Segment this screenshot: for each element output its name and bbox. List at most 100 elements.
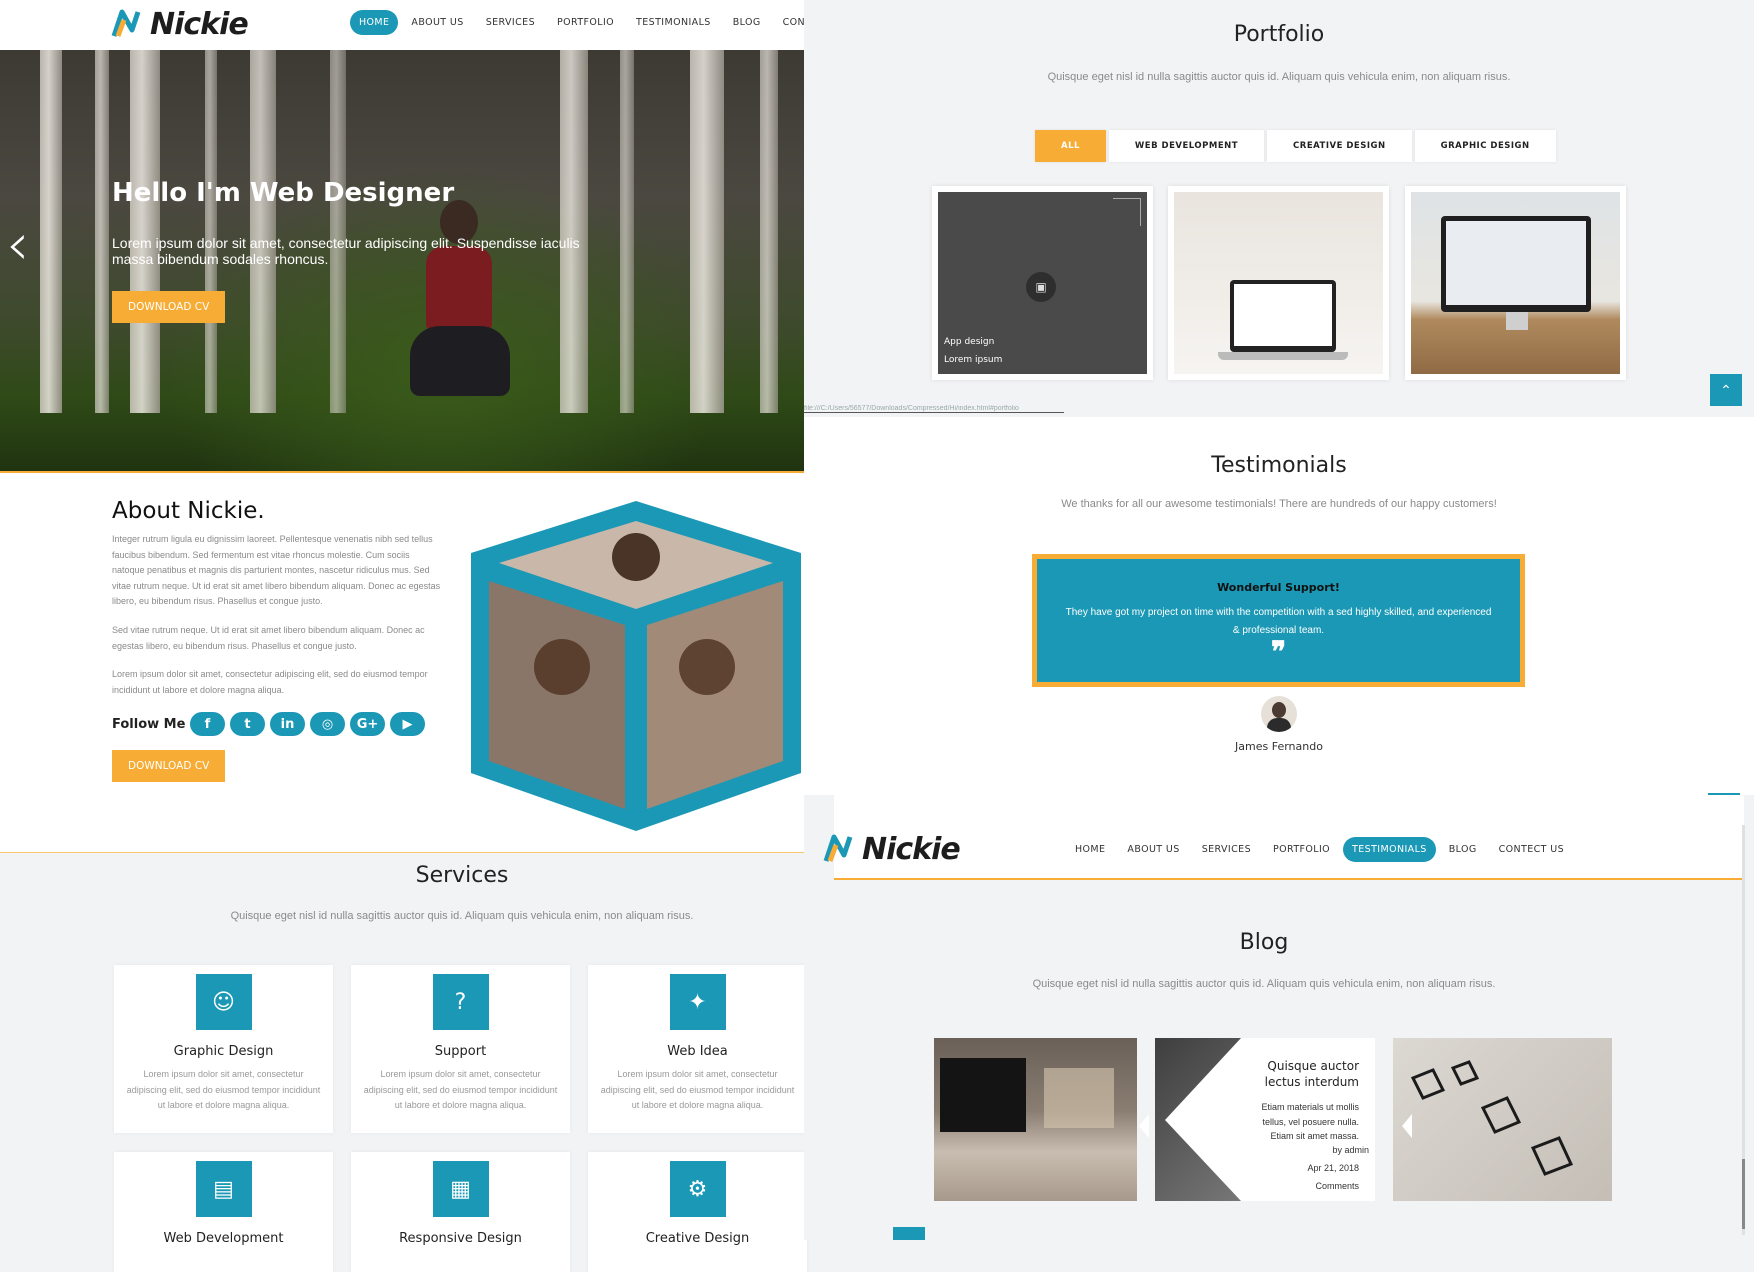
slider-prev-arrow[interactable]: ‹: [6, 210, 29, 278]
blog-image-chairs[interactable]: [1393, 1038, 1612, 1201]
blog-post-author: by admin: [1332, 1145, 1369, 1155]
testimonials-subtitle: We thanks for all our awesome testimonia…: [1061, 498, 1497, 510]
about-section: About Nickie. Integer rutrum ligula eu d…: [0, 473, 804, 853]
facebook-icon[interactable]: f: [190, 712, 225, 736]
sticky-nav: HOME ABOUT US SERVICES PORTFOLIO TESTIMONIAL…: [1066, 837, 1573, 862]
sticky-nav-link-home[interactable]: HOME: [1066, 837, 1114, 862]
sticky-nav-link-testimonials[interactable]: TESTIMONIALS: [1343, 837, 1436, 862]
about-photo-cube: [467, 497, 805, 835]
service-text: Lorem ipsum dolor sit amet, consectetur …: [600, 1069, 795, 1110]
blog-scroll-top-button[interactable]: [893, 1227, 925, 1240]
youtube-icon[interactable]: ▶: [390, 712, 425, 736]
tab-creative-design[interactable]: CREATIVE DESIGN: [1267, 130, 1412, 162]
service-title: Creative Design: [645, 1231, 750, 1246]
about-title: About Nickie.: [112, 498, 265, 524]
service-card-responsive-design[interactable]: ▦ Responsive Design: [351, 1152, 570, 1272]
service-card-web-idea[interactable]: ✦ Web Idea Lorem ipsum dolor sit amet, con…: [588, 965, 807, 1133]
monitor-chart-icon: ▤: [195, 1161, 252, 1217]
quote-icon: ❞: [1270, 635, 1287, 668]
linkedin-icon[interactable]: in: [270, 712, 305, 736]
services-title: Services: [415, 863, 509, 888]
blog-section: Nickie HOME ABOUT US SERVICES PORTFOLIO TEST…: [804, 795, 1754, 1240]
hero-title: Hello I'm Web Designer: [112, 178, 455, 208]
testimonial-author: James Fernando: [1235, 740, 1323, 753]
blog-post-card[interactable]: Quisque auctor lectus interdum Etiam mat…: [1155, 1038, 1375, 1201]
portfolio-section: Portfolio Quisque eget nisl id nulla sag…: [804, 0, 1754, 417]
blog-title: Blog: [1239, 930, 1289, 955]
sticky-brand-name: Nickie: [862, 831, 961, 867]
service-text: Lorem ipsum dolor sit amet, consectetur …: [363, 1069, 558, 1110]
head-gears-icon: ☺: [195, 974, 252, 1030]
services-subtitle: Quisque eget nisl id nulla sagittis auct…: [230, 910, 694, 922]
tab-all[interactable]: ALL: [1035, 130, 1106, 162]
blog-post-excerpt: Etiam materials ut mollis tellus, vel po…: [1261, 1102, 1359, 1141]
image-icon[interactable]: ▣: [1026, 272, 1056, 302]
instagram-icon[interactable]: ◎: [310, 712, 345, 736]
sticky-nav-link-about-us[interactable]: ABOUT US: [1118, 837, 1188, 862]
about-paragraph-2: Sed vitae rutrum neque. Ut id erat sit a…: [112, 625, 425, 651]
blog-post-title[interactable]: Quisque auctor lectus interdum: [1239, 1058, 1359, 1090]
hero-person-figure: [410, 200, 510, 420]
tab-web-development[interactable]: WEB DEVELOPMENT: [1108, 130, 1265, 162]
sticky-nav-link-blog[interactable]: BLOG: [1440, 837, 1486, 862]
testimonial-card: Wonderful Support! They have got my proj…: [1032, 554, 1525, 687]
logo-mark-icon: [110, 6, 146, 42]
blog-next-arrow[interactable]: [1402, 1114, 1412, 1138]
service-title: Responsive Design: [399, 1231, 522, 1246]
service-title: Graphic Design: [173, 1044, 274, 1059]
sticky-header: Nickie HOME ABOUT US SERVICES PORTFOLIO TEST…: [823, 795, 1744, 880]
twitter-icon[interactable]: t: [230, 712, 265, 736]
portfolio-item-title: App design: [944, 337, 995, 347]
nav-link-testimonials[interactable]: TESTIMONIALS: [627, 10, 720, 35]
main-nav: HOME ABOUT US SERVICES PORTFOLIO TESTIMONIAL…: [350, 10, 857, 35]
hero-slider: ‹ Hello I'm Web Designer Lorem ipsum dol…: [0, 50, 804, 473]
nav-link-blog[interactable]: BLOG: [724, 10, 770, 35]
follow-me-label: Follow Me: [112, 717, 186, 732]
sticky-brand-logo[interactable]: Nickie: [822, 831, 961, 867]
portfolio-item-laptop[interactable]: [1168, 186, 1389, 380]
testimonials-title: Testimonials: [1211, 453, 1347, 478]
devices-icon: ▦: [432, 1161, 489, 1217]
portfolio-item-desktop[interactable]: [1405, 186, 1626, 380]
blog-post-comments-link[interactable]: Comments: [1315, 1181, 1359, 1191]
nav-link-home[interactable]: HOME: [350, 10, 399, 35]
service-card-web-development[interactable]: ▤ Web Development: [114, 1152, 333, 1272]
scrollbar-thumb[interactable]: [1742, 1159, 1745, 1229]
testimonial-avatar: [1261, 696, 1297, 732]
nav-link-about-us[interactable]: ABOUT US: [402, 10, 472, 35]
blog-post-date: Apr 21, 2018: [1307, 1163, 1359, 1173]
about-paragraph-1: Integer rutrum ligula eu dignissim laore…: [112, 534, 441, 607]
browser-status-url: file:///C:/Users/56577/Downloads/Compres…: [804, 405, 1064, 413]
portfolio-item-app-design[interactable]: ▣ App design Lorem ipsum: [932, 186, 1153, 380]
logo-mark-icon: [822, 831, 858, 867]
nav-link-services[interactable]: SERVICES: [477, 10, 544, 35]
social-links: f t in ◎ G+ ▶: [190, 712, 425, 736]
top-header: Nickie HOME ABOUT US SERVICES PORTFOLIO TEST…: [0, 0, 848, 50]
google-plus-icon[interactable]: G+: [350, 712, 385, 736]
testimonials-section: Testimonials We thanks for all our aweso…: [804, 417, 1754, 796]
hero-text: Lorem ipsum dolor sit amet, consectetur …: [112, 235, 580, 267]
sticky-nav-link-services[interactable]: SERVICES: [1193, 837, 1260, 862]
service-card-creative-design[interactable]: ⚙ Creative Design: [588, 1152, 807, 1272]
service-card-support[interactable]: ? Support Lorem ipsum dolor sit amet, cons…: [351, 965, 570, 1133]
tab-graphic-design[interactable]: GRAPHIC DESIGN: [1414, 130, 1556, 162]
about-download-cv-button[interactable]: DOWNLOAD CV: [112, 750, 226, 782]
portfolio-subtitle: Quisque eget nisl id nulla sagittis auct…: [1047, 71, 1511, 83]
scrollbar-track[interactable]: [1742, 825, 1745, 1235]
about-paragraph-3: Lorem ipsum dolor sit amet, consectetur …: [112, 669, 428, 695]
blog-subtitle: Quisque eget nisl id nulla sagittis auct…: [1032, 978, 1496, 990]
scroll-to-top-button[interactable]: ⌃: [1710, 374, 1742, 406]
blog-image-cafe[interactable]: [934, 1038, 1137, 1201]
blog-prev-arrow[interactable]: [1139, 1114, 1149, 1138]
sticky-nav-link-portfolio[interactable]: PORTFOLIO: [1264, 837, 1339, 862]
service-title: Web Development: [163, 1231, 284, 1246]
services-section: Services Quisque eget nisl id nulla sagi…: [0, 853, 807, 1272]
service-title: Support: [434, 1044, 487, 1059]
brand-logo[interactable]: Nickie: [110, 6, 249, 42]
service-title: Web Idea: [667, 1044, 728, 1059]
sticky-nav-link-contect-us[interactable]: CONTECT US: [1490, 837, 1573, 862]
nav-link-portfolio[interactable]: PORTFOLIO: [548, 10, 623, 35]
service-text: Lorem ipsum dolor sit amet, consectetur …: [126, 1069, 321, 1110]
service-card-graphic-design[interactable]: ☺ Graphic Design Lorem ipsum dolor sit ame…: [114, 965, 333, 1133]
hero-download-cv-button[interactable]: DOWNLOAD CV: [112, 291, 226, 323]
